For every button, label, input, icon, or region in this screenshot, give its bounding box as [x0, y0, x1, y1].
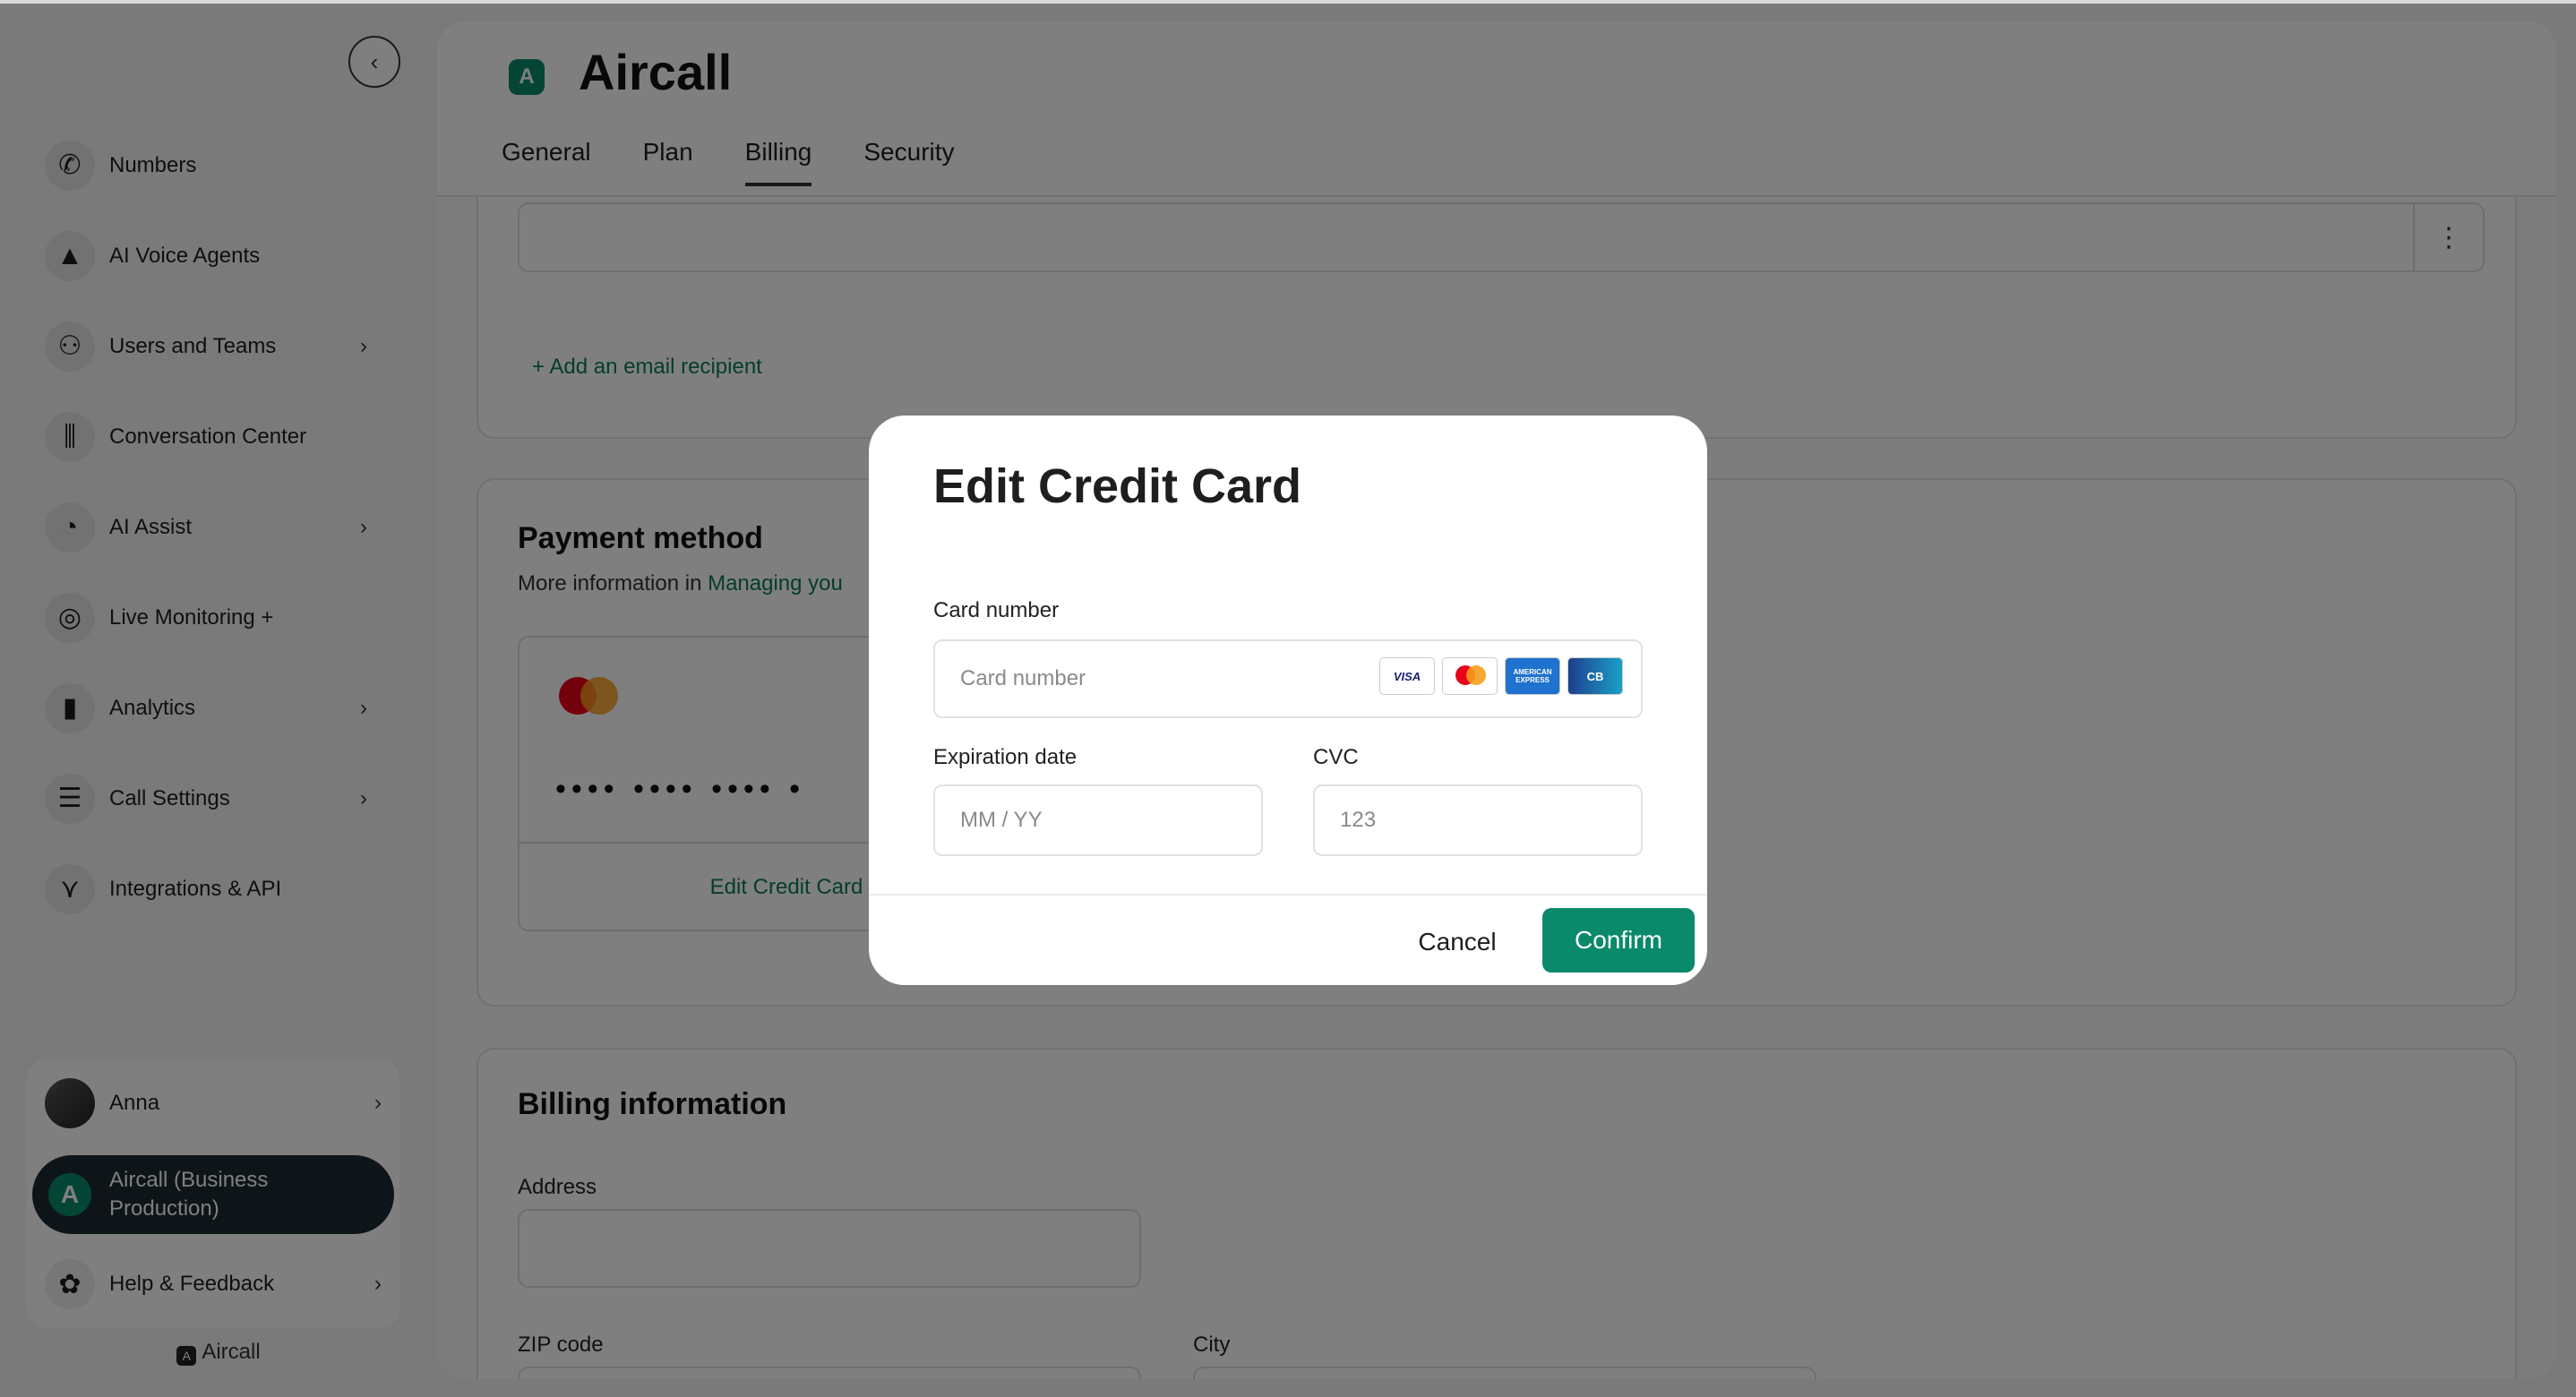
cvc-placeholder: 123 [1340, 808, 1377, 832]
edit-credit-card-modal: Edit Credit Card Card number Card number… [869, 416, 1707, 985]
modal-footer: Cancel Confirm [869, 894, 1707, 985]
expiration-placeholder: MM / YY [960, 808, 1043, 832]
card-number-placeholder: Card number [960, 666, 1086, 690]
amex-icon: AMERICAN EXPRESS [1505, 657, 1560, 695]
top-edge [0, 0, 2576, 4]
cvc-label: CVC [1313, 745, 1359, 769]
cb-icon: CB [1567, 657, 1623, 695]
cvc-input[interactable]: 123 [1313, 784, 1643, 856]
modal-title: Edit Credit Card [933, 459, 1302, 513]
card-brands: VISA AMERICAN EXPRESS CB [1372, 657, 1623, 695]
confirm-button[interactable]: Confirm [1542, 908, 1695, 973]
mastercard-icon [1442, 657, 1498, 695]
expiration-date-input[interactable]: MM / YY [933, 784, 1263, 856]
expiration-date-label: Expiration date [933, 745, 1078, 769]
card-number-input[interactable]: Card number VISA AMERICAN EXPRESS CB [933, 639, 1643, 718]
visa-icon: VISA [1379, 657, 1435, 695]
cancel-button[interactable]: Cancel [1399, 910, 1516, 974]
card-number-label: Card number [933, 598, 1060, 622]
